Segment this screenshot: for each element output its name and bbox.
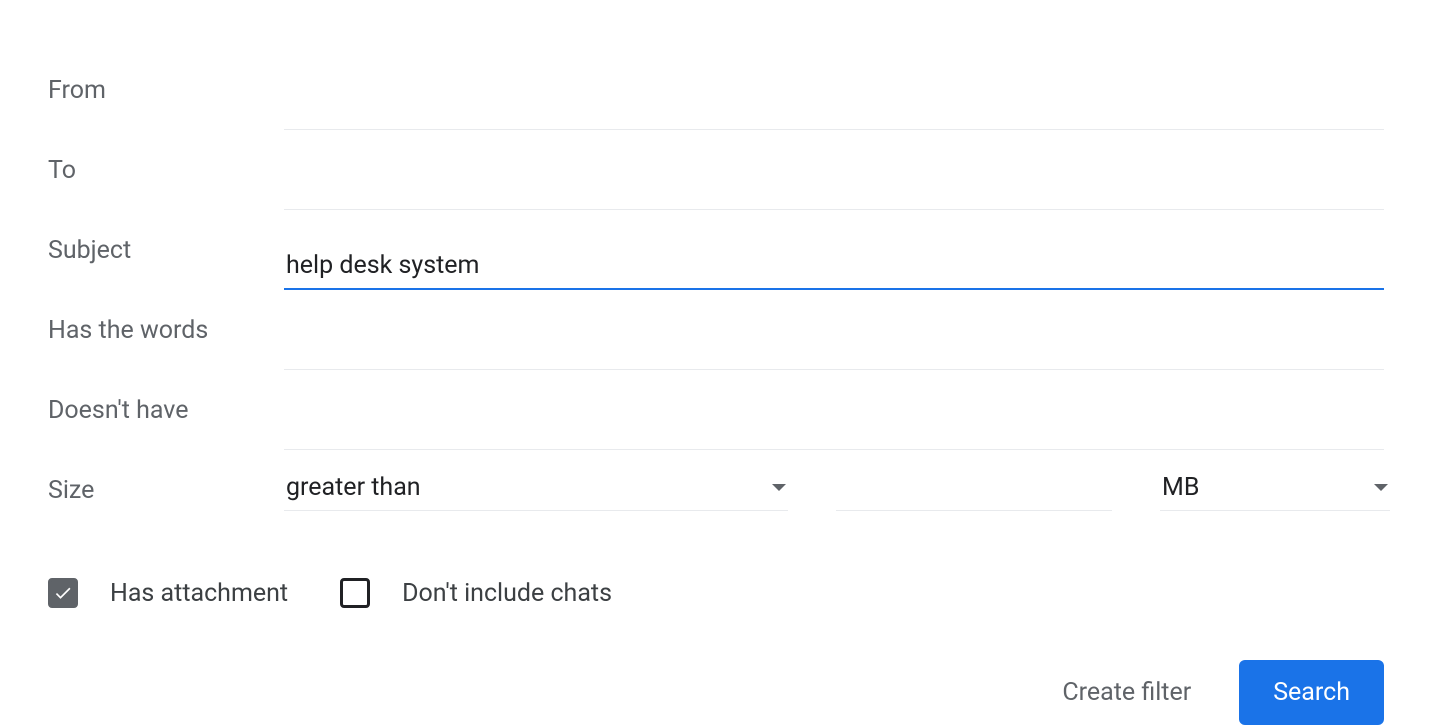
size-unit-value: MB	[1162, 473, 1199, 502]
dont-include-chats-group: Don't include chats	[340, 578, 612, 608]
doesnt-have-row: Doesn't have	[48, 370, 1384, 450]
size-unit-dropdown[interactable]: MB	[1160, 469, 1390, 511]
size-comparator-dropdown[interactable]: greater than	[284, 469, 788, 511]
size-value-input[interactable]	[836, 469, 1112, 511]
from-input[interactable]	[284, 88, 1384, 130]
doesnt-have-label: Doesn't have	[48, 396, 284, 425]
size-comparator-value: greater than	[286, 473, 421, 502]
from-label: From	[48, 76, 284, 105]
to-row: To	[48, 130, 1384, 210]
to-input[interactable]	[284, 168, 1384, 210]
from-row: From	[48, 50, 1384, 130]
doesnt-have-input[interactable]	[284, 408, 1384, 450]
create-filter-button[interactable]: Create filter	[1062, 678, 1191, 707]
dont-include-chats-checkbox[interactable]	[340, 578, 370, 608]
chevron-down-icon	[772, 484, 786, 491]
footer: Create filter Search	[48, 660, 1384, 725]
size-row: Size greater than MB	[48, 450, 1384, 530]
has-words-label: Has the words	[48, 316, 284, 345]
has-attachment-group: Has attachment	[48, 578, 288, 608]
has-attachment-checkbox[interactable]	[48, 578, 78, 608]
subject-input[interactable]	[284, 247, 1384, 290]
dont-include-chats-label: Don't include chats	[402, 579, 612, 608]
has-words-row: Has the words	[48, 290, 1384, 370]
checkbox-row: Has attachment Don't include chats	[48, 578, 1384, 608]
subject-row: Subject	[48, 210, 1384, 290]
chevron-down-icon	[1374, 484, 1388, 491]
subject-label: Subject	[48, 236, 284, 265]
has-words-input[interactable]	[284, 328, 1384, 370]
search-button[interactable]: Search	[1239, 660, 1384, 725]
size-label: Size	[48, 476, 284, 505]
has-attachment-label: Has attachment	[110, 579, 288, 608]
to-label: To	[48, 156, 284, 185]
check-icon	[53, 583, 73, 603]
